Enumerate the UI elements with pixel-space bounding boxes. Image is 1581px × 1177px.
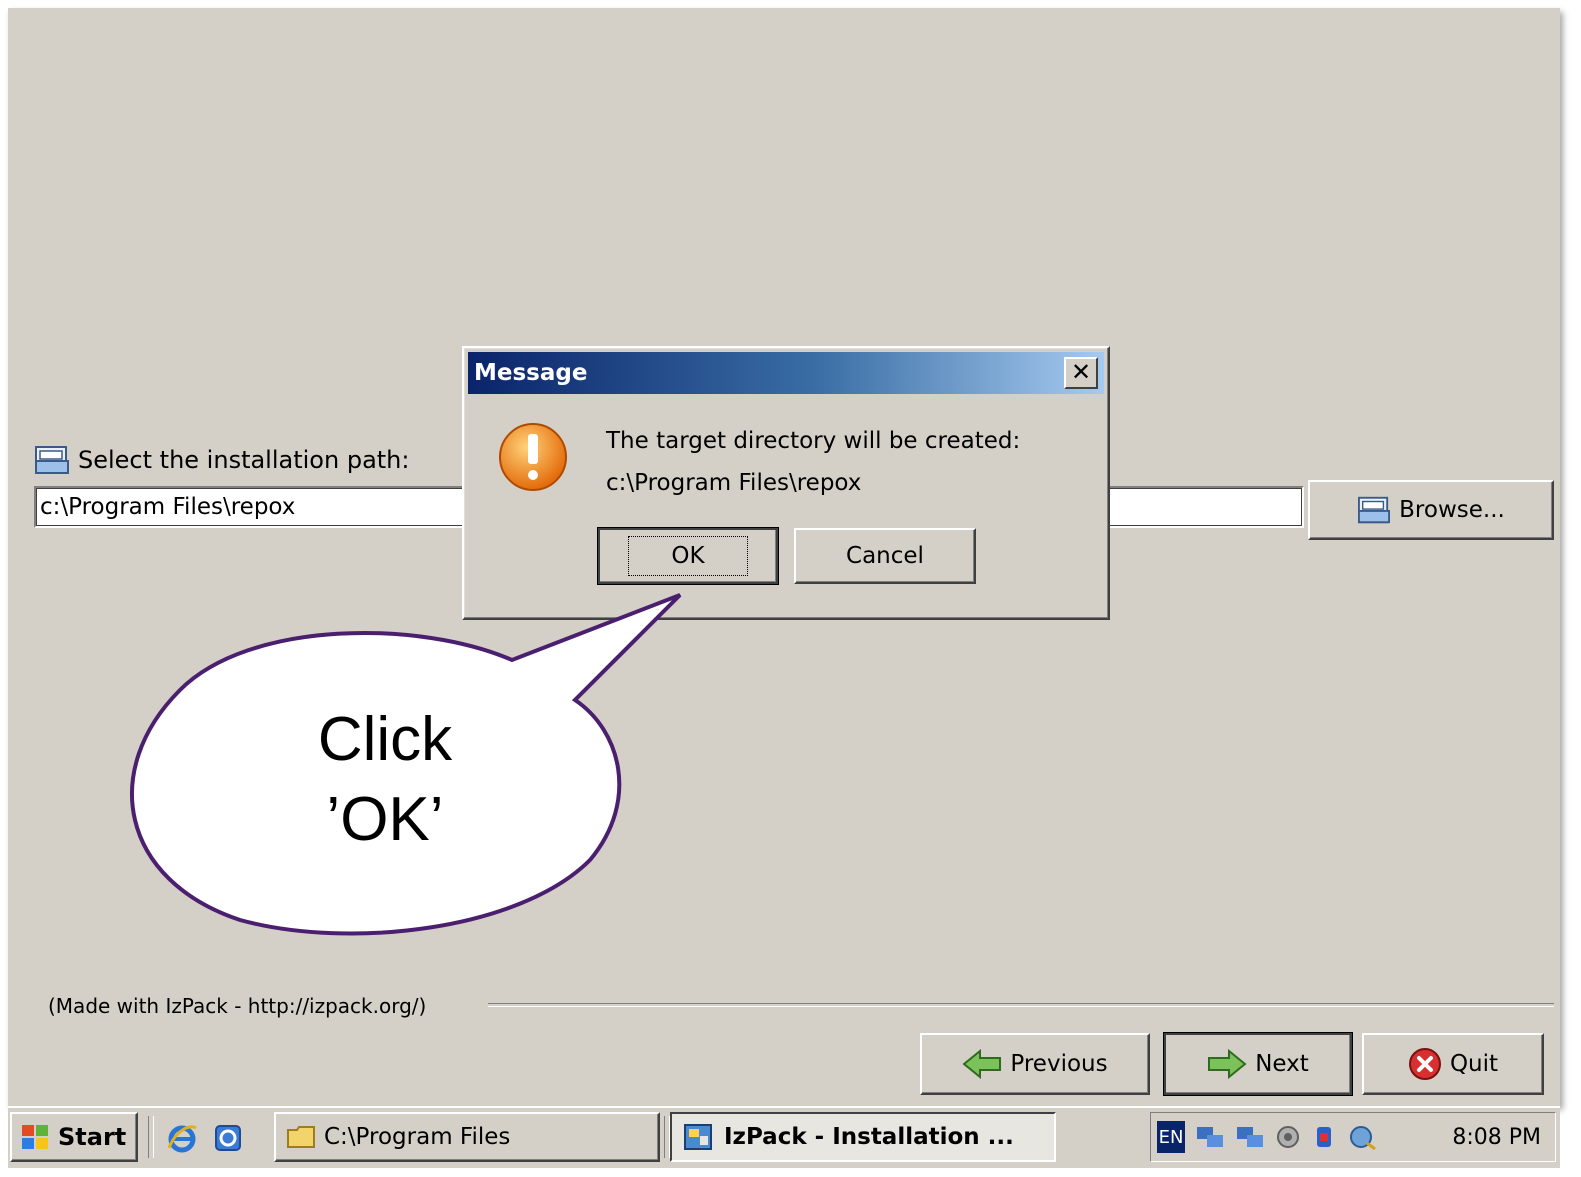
taskbar-separator [148, 1116, 154, 1158]
ie-icon[interactable] [166, 1122, 198, 1154]
update-icon[interactable] [1347, 1123, 1377, 1151]
security-icon[interactable] [1311, 1123, 1337, 1151]
volume-icon[interactable] [1275, 1123, 1301, 1151]
start-button[interactable]: Start [10, 1112, 138, 1162]
callout-line2: ’OK’ [326, 785, 444, 854]
callout-line1: Click [317, 705, 453, 774]
network-icon[interactable] [1235, 1123, 1265, 1151]
task2-label: IzPack - Installation ... [724, 1124, 1014, 1150]
network-icon[interactable] [1195, 1123, 1225, 1151]
start-label: Start [58, 1123, 127, 1151]
system-tray: EN 8:08 PM [1150, 1112, 1556, 1162]
callout-bubble [130, 593, 682, 936]
windows-logo-icon [22, 1125, 48, 1149]
task1-label: C:\Program Files [324, 1124, 511, 1150]
callout-text: Click ’OK’ [270, 700, 500, 860]
language-indicator[interactable]: EN [1157, 1121, 1185, 1153]
taskbar: Start C:\Program Files IzPack - Installa… [8, 1106, 1560, 1168]
taskbar-item-program-files[interactable]: C:\Program Files [274, 1112, 660, 1162]
folder-icon [287, 1126, 315, 1148]
desktop-icon[interactable] [212, 1122, 244, 1154]
clock[interactable]: 8:08 PM [1452, 1125, 1541, 1150]
taskbar-item-izpack[interactable]: IzPack - Installation ... [670, 1112, 1056, 1162]
izpack-icon [684, 1124, 712, 1150]
